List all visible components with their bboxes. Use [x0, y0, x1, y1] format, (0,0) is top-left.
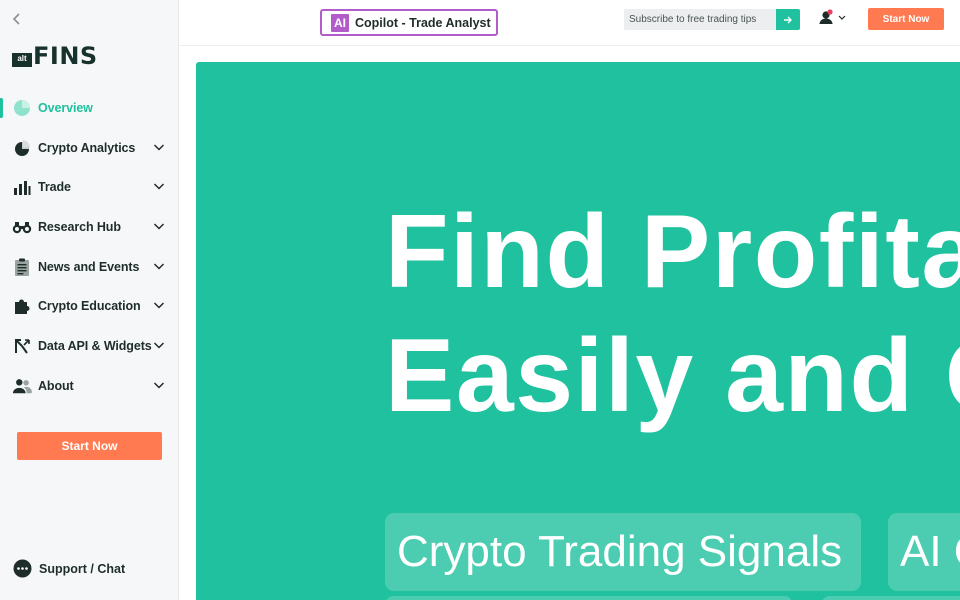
sidebar-item-overview[interactable]: Overview: [0, 88, 178, 128]
feature-chip-row-two[interactable]: [385, 596, 793, 600]
support-chat-link[interactable]: Support / Chat: [13, 559, 125, 578]
user-account-menu[interactable]: [818, 8, 852, 30]
feature-chip-row-two[interactable]: [821, 596, 960, 600]
sidebar-item-label: Crypto Education: [38, 299, 141, 314]
sidebar-item-research-hub[interactable]: Research Hub: [0, 207, 178, 247]
sidebar-item-crypto-analytics[interactable]: Crypto Analytics: [0, 128, 178, 168]
sidebar-item-data-api-widgets[interactable]: Data API & Widgets: [0, 326, 178, 366]
bar-chart-icon: [12, 178, 32, 196]
api-arrows-icon: [12, 337, 32, 355]
sidebar-item-label: About: [38, 378, 74, 393]
binoculars-icon: [12, 218, 32, 236]
arrow-right-icon: [784, 16, 792, 23]
sidebar-item-about[interactable]: About: [0, 366, 178, 406]
sidebar-item-news-and-events[interactable]: News and Events: [0, 247, 178, 287]
copilot-label: Copilot - Trade Analyst: [355, 15, 491, 30]
chevron-down-icon[interactable]: [153, 379, 165, 391]
feature-chip-ai[interactable]: AI C: [888, 513, 960, 591]
altfins-logo[interactable]: alt FINS: [12, 42, 98, 68]
subscribe-email-input[interactable]: [624, 9, 776, 30]
sidebar-item-label: Data API & Widgets: [38, 338, 152, 353]
users-icon: [12, 377, 32, 395]
chevron-down-icon[interactable]: [153, 299, 165, 311]
chevron-down-icon[interactable]: [153, 220, 165, 232]
sidebar-item-crypto-education[interactable]: Crypto Education: [0, 286, 178, 326]
clipboard-icon: [12, 258, 32, 276]
copilot-trade-analyst-button[interactable]: AI Copilot - Trade Analyst: [320, 9, 498, 36]
user-avatar-icon: [819, 9, 846, 24]
sidebar-item-label: News and Events: [38, 259, 140, 274]
pie-chart-icon: [12, 139, 32, 157]
feature-chip-crypto-trading-signals[interactable]: Crypto Trading Signals: [385, 513, 861, 591]
sidebar-item-label: Crypto Analytics: [38, 140, 136, 155]
sidebar-item-label: Overview: [38, 100, 93, 115]
sidebar-start-now-button[interactable]: Start Now: [17, 432, 162, 460]
chevron-left-icon[interactable]: [9, 11, 25, 27]
chat-bubble-icon: [13, 559, 32, 578]
sidebar-item-label: Trade: [38, 180, 71, 195]
logo-alt-mark: alt: [12, 53, 32, 67]
sidebar-nav: Overview Crypto Analytics Trade Research…: [0, 88, 178, 406]
header-start-now-button[interactable]: Start Now: [868, 8, 944, 30]
subscribe-submit-button[interactable]: [776, 9, 800, 30]
chevron-down-icon[interactable]: [153, 260, 165, 272]
support-chat-label: Support / Chat: [39, 561, 126, 576]
chevron-down-icon[interactable]: [153, 339, 165, 351]
sidebar-item-trade[interactable]: Trade: [0, 167, 178, 207]
sidebar-item-label: Research Hub: [38, 219, 121, 234]
logo-wordmark: FINS: [33, 42, 98, 70]
hero-banner: Find Profitab Easily and Q Crypto Tradin…: [196, 62, 960, 600]
ai-badge-icon: AI: [331, 13, 349, 32]
chevron-down-icon[interactable]: [153, 180, 165, 192]
overview-icon: [12, 99, 32, 117]
hero-headline: Find Profitab Easily and Q: [385, 194, 960, 434]
sidebar: alt FINS Overview Crypto Analytics Trade: [0, 0, 179, 600]
chevron-down-icon[interactable]: [153, 141, 165, 153]
top-header: AI Copilot - Trade Analyst Start Now: [179, 0, 960, 46]
puzzle-icon: [12, 297, 32, 315]
